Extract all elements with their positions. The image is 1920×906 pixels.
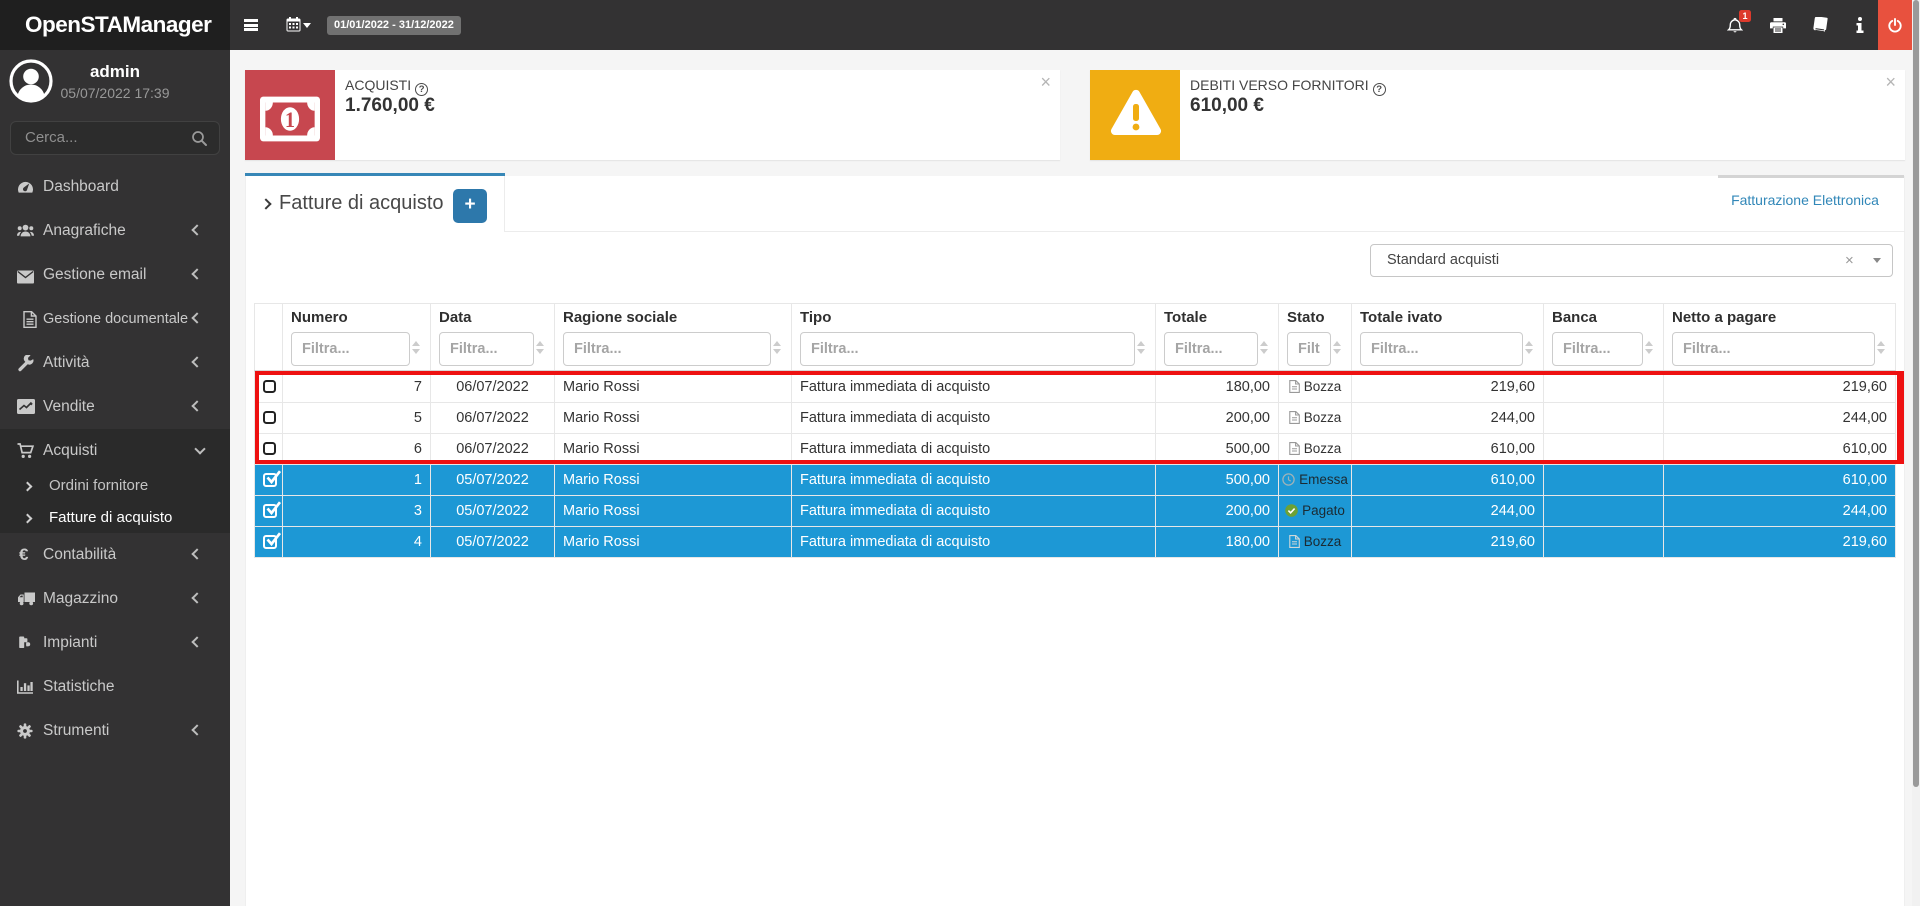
svg-text:1: 1	[285, 107, 295, 132]
